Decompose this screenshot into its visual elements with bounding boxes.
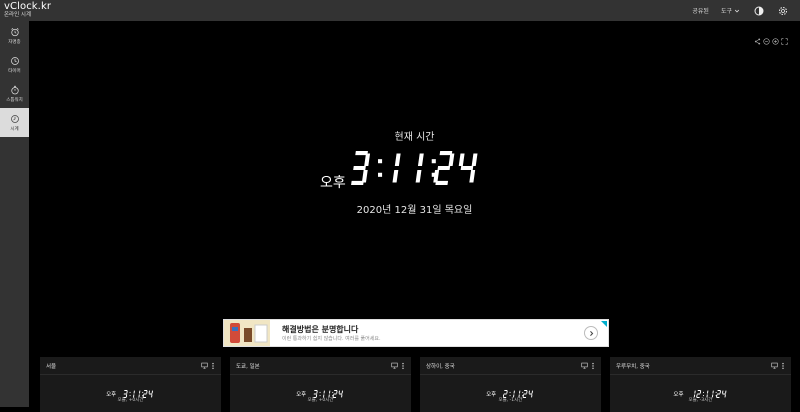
more-vert-icon[interactable] (211, 362, 215, 370)
city-card-actions (391, 362, 405, 370)
city-card-header: 상하이, 중국 (420, 357, 601, 375)
ad-arrow-button[interactable] (584, 326, 598, 340)
view-tools (754, 38, 788, 45)
top-right-menu: 공유된 도구 (692, 0, 800, 21)
logo-title: vClock.kr (4, 1, 52, 12)
city-offset: 오늘, -1시간 (498, 398, 523, 403)
city-card-actions (771, 362, 785, 370)
city-card-header: 우루무치, 중국 (610, 357, 791, 375)
share-link[interactable]: 공유된 (692, 6, 709, 15)
city-card-actions (201, 362, 215, 370)
zoom-out-icon[interactable] (763, 38, 770, 45)
logo-subtitle: 온라인 시계 (4, 12, 32, 18)
ad-subtitle: 이런 통과하기 쉽지 않습니다. 여러를 풀어세요. (282, 336, 381, 342)
monitor-icon[interactable] (391, 362, 398, 369)
sidebar-item-label: 시계 (10, 126, 19, 132)
current-date: 2020년 12월 31일 목요일 (356, 205, 473, 216)
sidebar-item-clock[interactable]: 시계 (0, 108, 29, 137)
city-name: 도쿄, 일본 (236, 363, 260, 370)
stopwatch-icon (10, 85, 19, 94)
city-offset: 오늘, +0시간 (307, 398, 334, 403)
tools-label: 도구 (720, 8, 732, 15)
ad-info-icon[interactable] (601, 321, 607, 327)
sidebar-item-timer[interactable]: 타이머 (0, 50, 29, 79)
more-vert-icon[interactable] (781, 362, 785, 370)
city-card: 상하이, 중국 오후 오늘, -1시간 (420, 357, 601, 412)
sidebar-item-stopwatch[interactable]: 스톱워치 (0, 79, 29, 108)
main-area: 현재 시간 오후 2020년 12월 31일 목요일 해결방법은 분명합니다 이… (29, 21, 800, 412)
city-card-header: 서울 (40, 357, 221, 375)
monitor-icon[interactable] (771, 362, 778, 369)
clock-icon (10, 114, 19, 123)
sidebar-item-label: 자명종 (8, 39, 21, 45)
chevron-down-icon (734, 9, 740, 12)
city-name: 서울 (46, 363, 57, 370)
ad-banner[interactable]: 해결방법은 분명합니다 이런 통과하기 쉽지 않습니다. 여러를 풀어세요. (223, 319, 609, 347)
monitor-icon[interactable] (201, 362, 208, 369)
sidebar: 자명종 타이머 스톱워치 시계 (0, 21, 29, 407)
share-icon[interactable] (754, 38, 761, 45)
city-card-header: 도쿄, 일본 (230, 357, 411, 375)
sidebar-item-label: 스톱워치 (6, 97, 23, 103)
city-card: 우루무치, 중국 오후 오늘, -3시간 (610, 357, 791, 412)
city-name: 상하이, 중국 (426, 363, 455, 370)
world-clock-cards: 서울 오후 오늘, +0시간 도쿄, 일본 오후 오늘, +0시간 상하이, 중… (40, 357, 792, 412)
current-time-label: 현재 시간 (394, 132, 435, 143)
city-card: 도쿄, 일본 오후 오늘, +0시간 (230, 357, 411, 412)
contrast-icon[interactable] (752, 4, 766, 18)
ampm-indicator: 오후 (320, 175, 346, 191)
sidebar-item-alarm[interactable]: 자명종 (0, 21, 29, 50)
zoom-in-icon[interactable] (772, 38, 779, 45)
logo[interactable]: vClock.kr 온라인 시계 (4, 2, 51, 19)
more-vert-icon[interactable] (401, 362, 405, 370)
alarm-clock-icon (10, 27, 19, 36)
city-offset: 오늘, -3시간 (688, 398, 713, 403)
fullscreen-icon[interactable] (781, 38, 788, 45)
sidebar-item-label: 타이머 (8, 68, 21, 74)
more-vert-icon[interactable] (591, 362, 595, 370)
city-card: 서울 오후 오늘, +0시간 (40, 357, 221, 412)
monitor-icon[interactable] (581, 362, 588, 369)
ad-title: 해결방법은 분명합니다 (282, 325, 359, 334)
big-time-display (351, 151, 478, 185)
top-bar: vClock.kr 온라인 시계 공유된 도구 (0, 0, 800, 21)
city-offset: 오늘, +0시간 (117, 398, 144, 403)
timer-icon (10, 56, 19, 65)
chevron-right-icon (589, 330, 593, 336)
tools-menu[interactable]: 도구 (721, 6, 740, 15)
city-card-actions (581, 362, 595, 370)
ad-image (224, 320, 270, 346)
gear-icon[interactable] (776, 4, 790, 18)
city-name: 우루무치, 중국 (616, 363, 650, 370)
